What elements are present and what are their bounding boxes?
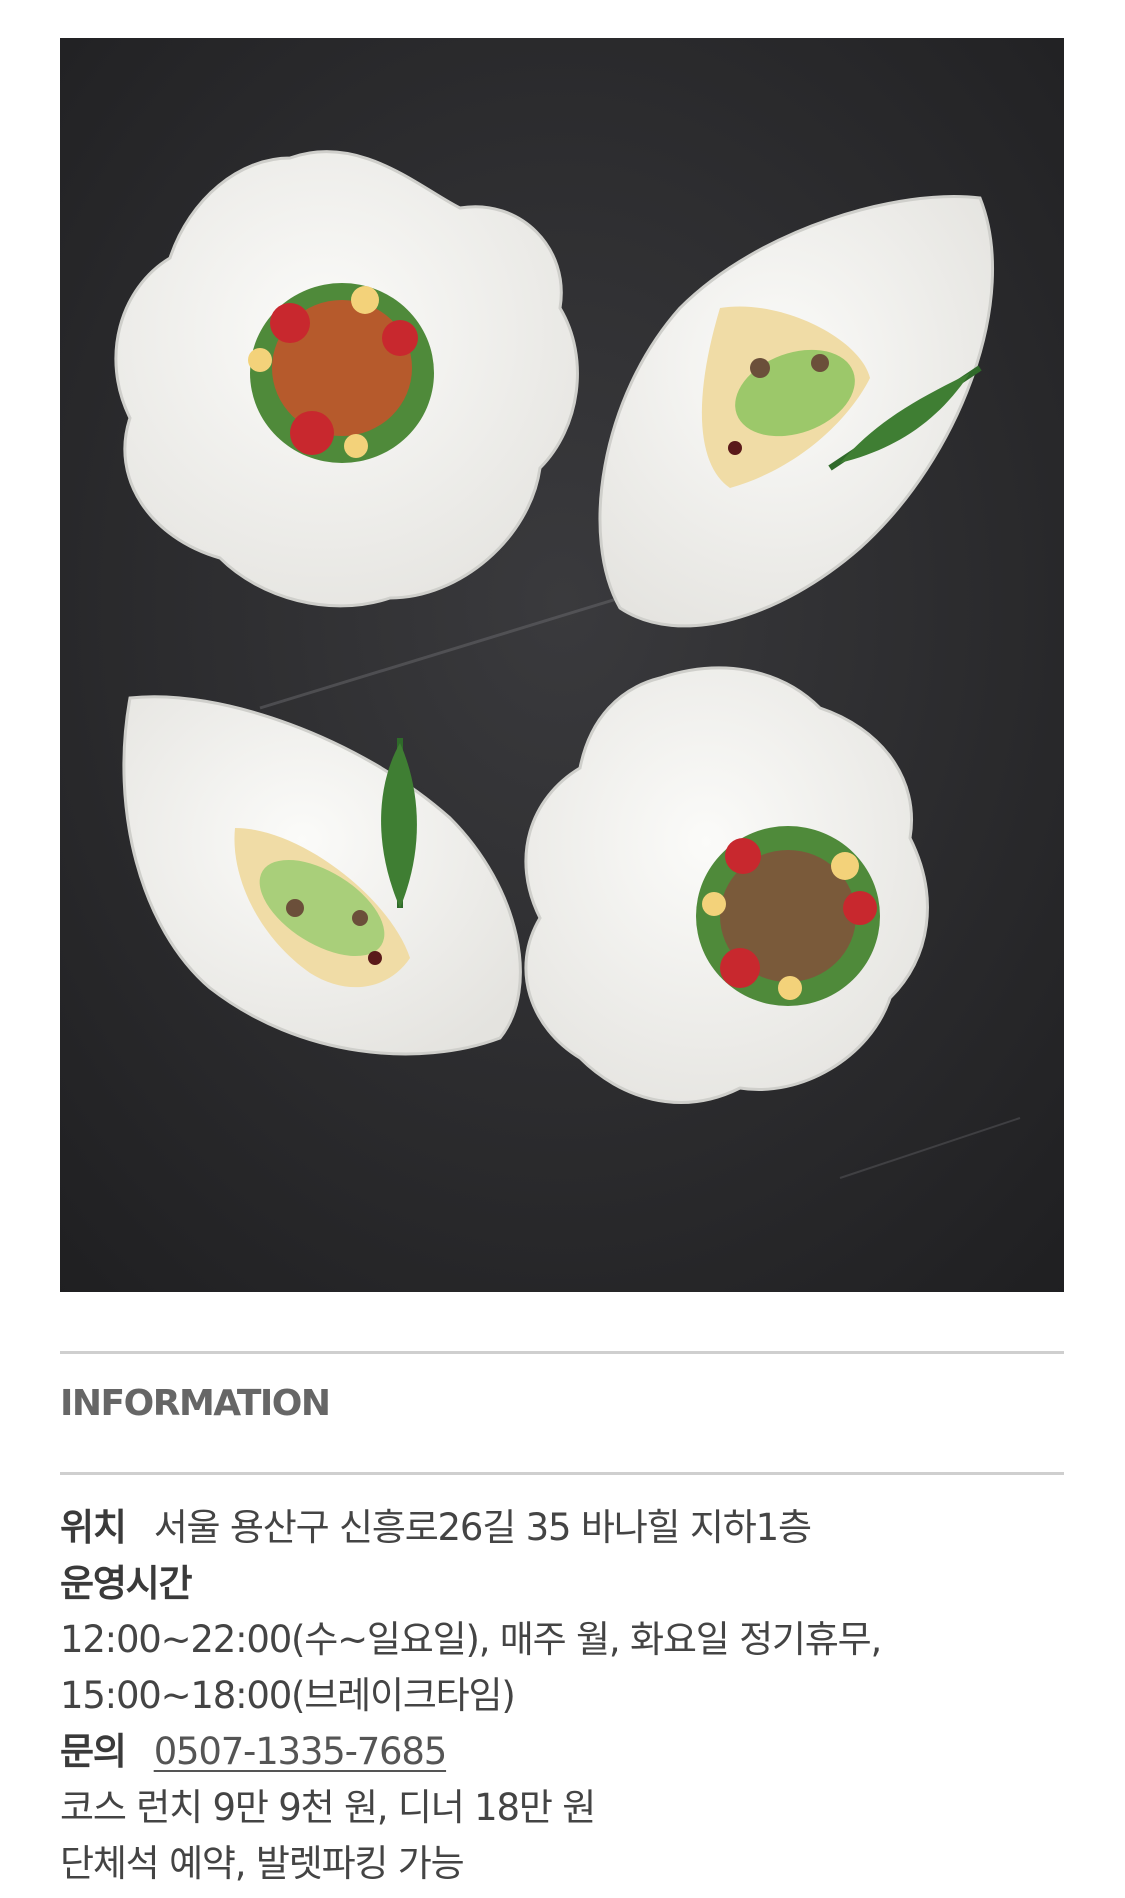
section-title: INFORMATION — [60, 1383, 331, 1424]
info-list: 위치 서울 용산구 신흥로26길 35 바나힐 지하1층 운영시간 12:00~2… — [60, 1500, 1064, 1892]
location-label: 위치 — [60, 1506, 127, 1549]
hours-line-1: 12:00~22:00(수~일요일), 매주 월, 화요일 정기휴무, — [60, 1618, 882, 1661]
notes-line: 단체석 예약, 발렛파킹 가능 — [60, 1842, 465, 1885]
contact-row: 문의 0507-1335-7685 — [60, 1724, 1064, 1780]
price-line: 코스 런치 9만 9천 원, 디너 18만 원 — [60, 1786, 596, 1829]
location-value: 서울 용산구 신흥로26길 35 바나힐 지하1층 — [153, 1506, 812, 1549]
food-photo — [60, 38, 1064, 1292]
hours-row: 운영시간 — [60, 1556, 1064, 1612]
hours-label: 운영시간 — [60, 1562, 193, 1605]
contact-label: 문의 — [60, 1730, 127, 1773]
divider-top — [60, 1351, 1064, 1354]
location-row: 위치 서울 용산구 신흥로26길 35 바나힐 지하1층 — [60, 1500, 1064, 1556]
phone-link[interactable]: 0507-1335-7685 — [154, 1730, 448, 1773]
hours-line-2: 15:00~18:00(브레이크타임) — [60, 1674, 516, 1717]
plates-illustration — [60, 38, 1064, 1292]
divider-bottom — [60, 1472, 1064, 1475]
